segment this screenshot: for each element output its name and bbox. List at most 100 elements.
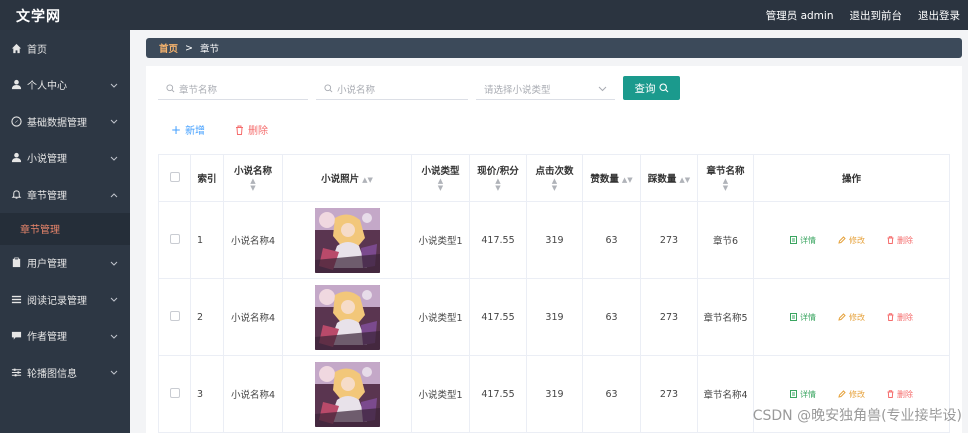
chevron-down-icon xyxy=(110,295,118,306)
cell-price: 417.55 xyxy=(469,201,527,279)
header-novel-photo[interactable]: 小说照片 ▲▼ xyxy=(282,154,412,202)
logout-link[interactable]: 退出登录 xyxy=(918,8,960,23)
header-dislikes[interactable]: 踩数量 ▲▼ xyxy=(640,154,698,202)
brand-title: 文学网 xyxy=(16,9,61,25)
cell-novel-type: 小说类型1 xyxy=(411,201,470,279)
cell-novel-photo xyxy=(282,355,412,433)
table-row: 1 小说名称4 小说类型1 417.55 319 63 273 章节6 详情 修… xyxy=(158,201,950,279)
chevron-down-icon xyxy=(110,332,118,343)
edit-button[interactable]: 修改 xyxy=(838,235,865,246)
sidebar-item-label: 小说管理 xyxy=(27,154,67,166)
view-button[interactable]: 详情 xyxy=(790,389,816,400)
sidebar-item-carousel[interactable]: 轮播图信息 xyxy=(0,354,130,391)
sidebar-item-label: 轮播图信息 xyxy=(27,368,77,380)
novel-name-placeholder: 小说名称 xyxy=(337,84,376,96)
edit-button[interactable]: 修改 xyxy=(838,312,865,323)
search-icon xyxy=(658,83,668,93)
cell-clicks: 319 xyxy=(526,278,583,356)
trash-icon xyxy=(887,313,894,321)
novel-type-select[interactable]: 请选择小说类型 xyxy=(476,78,615,100)
header-clicks[interactable]: 点击次数 ▲ ▼ xyxy=(526,154,583,202)
exit-to-front-link[interactable]: 退出到前台 xyxy=(850,8,903,23)
novel-cover-image[interactable] xyxy=(314,207,380,273)
sidebar-subitem-chapter-management[interactable]: 章节管理 xyxy=(0,212,130,245)
sidebar-item-basic-data[interactable]: 基础数据管理 xyxy=(0,103,130,140)
admin-label: 管理员 admin xyxy=(765,10,834,22)
novel-name-input[interactable]: 小说名称 xyxy=(316,78,468,100)
sort-icon[interactable]: ▲▼ xyxy=(679,176,690,184)
delete-button[interactable]: 删除 xyxy=(887,312,913,323)
sidebar-item-label: 个人中心 xyxy=(27,81,67,93)
cell-novel-name: 小说名称4 xyxy=(223,278,283,356)
row-select-cell[interactable] xyxy=(158,355,191,433)
row-checkbox[interactable] xyxy=(169,310,180,321)
novel-cover-image[interactable] xyxy=(314,284,380,350)
sort-icon[interactable]: ▲▼ xyxy=(723,177,728,192)
cell-chapter-name: 章节名称4 xyxy=(697,355,754,433)
header-price[interactable]: 现价/积分 ▲ ▼ xyxy=(469,154,527,202)
cell-novel-photo xyxy=(282,278,412,356)
chapter-name-input[interactable]: 章节名称 xyxy=(158,78,308,100)
plus-icon: + xyxy=(171,122,182,137)
sort-icon[interactable]: ▲▼ xyxy=(250,177,255,192)
clipboard-icon xyxy=(10,257,22,269)
view-button[interactable]: 详情 xyxy=(790,312,816,323)
sidebar-item-label: 章节管理 xyxy=(20,225,60,236)
cell-novel-name: 小说名称4 xyxy=(223,201,283,279)
row-checkbox[interactable] xyxy=(169,387,180,398)
sidebar-item-personal-center[interactable]: 个人中心 xyxy=(0,67,130,104)
batch-delete-button[interactable]: 删除 xyxy=(235,122,268,137)
delete-button[interactable]: 删除 xyxy=(887,235,913,246)
pencil-icon xyxy=(838,236,846,244)
sort-icon[interactable]: ▲▼ xyxy=(622,176,633,184)
header-index: 索引 xyxy=(190,154,224,202)
row-select-cell[interactable] xyxy=(158,201,191,279)
header-likes[interactable]: 赞数量 ▲▼ xyxy=(582,154,641,202)
view-button[interactable]: 详情 xyxy=(790,235,816,246)
user-icon xyxy=(10,152,22,164)
sidebar-item-chapter-management[interactable]: 章节管理 xyxy=(0,176,130,213)
sort-icon[interactable]: ▲▼ xyxy=(438,177,443,192)
chapter-name-placeholder: 章节名称 xyxy=(179,84,218,96)
sort-icon[interactable]: ▲▼ xyxy=(362,176,373,184)
select-all-checkbox[interactable] xyxy=(169,171,180,182)
breadcrumb-home[interactable]: 首页 xyxy=(159,41,178,55)
cell-novel-type: 小说类型1 xyxy=(411,278,470,356)
search-icon xyxy=(166,84,175,93)
chapter-table: 索引 小说名称 ▲ ▼ 小说照片 ▲▼ 小说类型 ▲ ▼ 现价/积分 ▲ ▼ 点击次数 ▲ ▼ 赞… xyxy=(158,154,950,433)
header-novel-type[interactable]: 小说类型 ▲ ▼ xyxy=(411,154,470,202)
novel-cover-image[interactable] xyxy=(314,361,380,427)
cell-dislikes: 273 xyxy=(640,355,698,433)
row-select-cell[interactable] xyxy=(158,278,191,356)
header-chapter-name[interactable]: 章节名称 ▲ ▼ xyxy=(697,154,754,202)
cell-index: 2 xyxy=(190,278,224,356)
add-button-label: 新增 xyxy=(185,126,206,137)
header-novel-name[interactable]: 小说名称 ▲ ▼ xyxy=(223,154,283,202)
pencil-icon xyxy=(838,390,846,398)
table-header-row: 索引 小说名称 ▲ ▼ 小说照片 ▲▼ 小说类型 ▲ ▼ 现价/积分 ▲ ▼ 点击次数 ▲ ▼ 赞… xyxy=(158,154,950,202)
top-bar-actions: 管理员 admin 退出到前台 退出登录 xyxy=(766,8,960,23)
pencil-icon xyxy=(838,313,846,321)
content-panel: 章节名称 小说名称 请选择小说类型 查询 + 新增 删除 索引 小说名称 ▲ ▼… xyxy=(146,66,962,433)
sidebar-item-novel-management[interactable]: 小说管理 xyxy=(0,140,130,177)
cell-operations: 详情 修改 删除 xyxy=(753,201,950,279)
select-all-cell[interactable] xyxy=(158,154,191,202)
sidebar-item-home[interactable]: 首页 xyxy=(0,30,130,67)
chevron-up-icon xyxy=(110,190,118,201)
add-button[interactable]: + 新增 xyxy=(171,122,206,138)
cell-likes: 63 xyxy=(582,278,641,356)
sidebar-item-label: 作者管理 xyxy=(27,332,67,344)
watermark: CSDN @晚安独角兽(专业接毕设) xyxy=(752,408,962,424)
sort-icon[interactable]: ▲▼ xyxy=(552,177,557,192)
sidebar-item-user-management[interactable]: 用户管理 xyxy=(0,245,130,282)
document-icon xyxy=(790,390,797,398)
sidebar-item-author-management[interactable]: 作者管理 xyxy=(0,318,130,355)
delete-button[interactable]: 删除 xyxy=(887,389,913,400)
edit-button[interactable]: 修改 xyxy=(838,389,865,400)
sidebar-item-reading-records[interactable]: 阅读记录管理 xyxy=(0,281,130,318)
sort-icon[interactable]: ▲▼ xyxy=(495,177,500,192)
query-button[interactable]: 查询 xyxy=(623,76,680,100)
compass-icon xyxy=(10,115,22,127)
cell-novel-type: 小说类型1 xyxy=(411,355,470,433)
row-checkbox[interactable] xyxy=(169,233,180,244)
